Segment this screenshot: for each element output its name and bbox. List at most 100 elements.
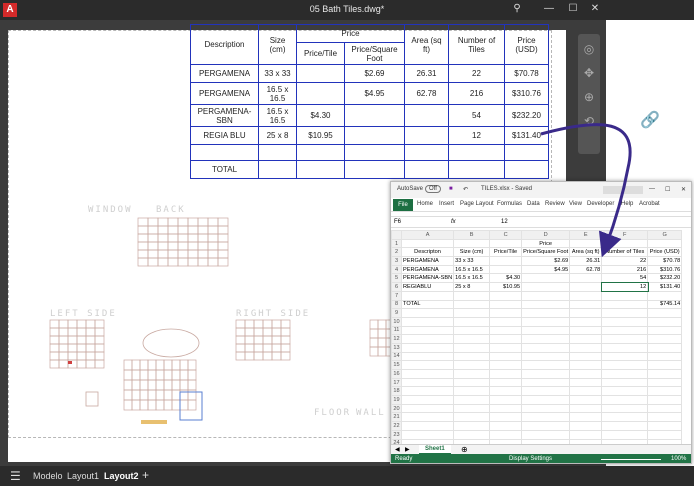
sheet-cell[interactable]: $2.69	[521, 256, 571, 266]
sheet-cell[interactable]: $4.30	[489, 273, 523, 284]
tab-layout1[interactable]: Layout1	[67, 471, 99, 481]
sheet-cell[interactable]	[489, 360, 523, 370]
sheet-cell[interactable]	[453, 290, 491, 301]
sheet-cell[interactable]	[400, 290, 455, 301]
row-header[interactable]: 15	[391, 360, 402, 370]
sheet-cell[interactable]	[521, 395, 571, 405]
sheet-cell[interactable]	[569, 273, 603, 284]
formula-input[interactable]: 12	[501, 219, 508, 225]
sheet-cell[interactable]	[489, 386, 523, 397]
sheet-cell[interactable]	[601, 429, 649, 440]
tab-view[interactable]: View	[569, 201, 582, 207]
tab-developer[interactable]: Developer	[587, 201, 614, 207]
column-header[interactable]: G	[647, 230, 683, 240]
sheet-cell[interactable]: PERGAMENA	[400, 264, 455, 275]
sheet-cell[interactable]	[453, 403, 491, 414]
tab-help[interactable]: Help	[621, 201, 633, 207]
sheet-cell[interactable]	[400, 238, 455, 249]
minimize-icon[interactable]: —	[542, 3, 556, 14]
sheet-cell[interactable]	[521, 403, 571, 414]
sheet-cell[interactable]	[569, 403, 603, 414]
sheet-cell[interactable]	[489, 334, 523, 344]
sheet-cell[interactable]: 62.78	[569, 264, 603, 275]
sheet-cell[interactable]	[489, 351, 523, 362]
sheet-cell[interactable]: PERGAMENA	[400, 256, 455, 266]
row-header[interactable]: 16	[391, 369, 402, 379]
sheet-cell[interactable]	[400, 316, 455, 327]
sheet-cell[interactable]	[569, 377, 603, 388]
sheet-cell[interactable]	[569, 238, 603, 249]
sheet-cell[interactable]	[569, 342, 603, 353]
sheet-cell[interactable]	[521, 325, 571, 336]
row-header[interactable]: 3	[391, 256, 402, 266]
sheet-cell[interactable]: REGIABLU	[400, 282, 455, 292]
sheet-cell[interactable]	[601, 316, 649, 327]
sheet-cell[interactable]	[400, 403, 455, 414]
tab-acrobat[interactable]: Acrobat	[639, 201, 660, 207]
sheet-cell[interactable]	[400, 386, 455, 397]
sheet-cell[interactable]	[601, 395, 649, 405]
sheet-cell[interactable]	[601, 325, 649, 336]
sheet-cell[interactable]	[521, 282, 571, 292]
sheet-cell[interactable]	[601, 360, 649, 370]
excel-minimize-icon[interactable]: —	[649, 186, 655, 192]
sheet-cell[interactable]	[521, 412, 571, 423]
sheet-cell[interactable]	[453, 299, 491, 310]
sheet-cell[interactable]	[521, 334, 571, 344]
sheet-cell[interactable]	[521, 386, 571, 397]
sheet-cell[interactable]	[453, 412, 491, 423]
sheet-cell[interactable]	[569, 412, 603, 423]
sheet-cell[interactable]	[601, 238, 649, 249]
sheet-cell[interactable]	[601, 342, 649, 353]
sheet-cell[interactable]	[647, 290, 683, 301]
close-icon[interactable]: ✕	[588, 3, 602, 14]
sheet-cell[interactable]	[453, 316, 491, 327]
sheet-cell[interactable]: $310.76	[647, 264, 683, 275]
sheet-cell[interactable]: Size (cm)	[453, 247, 491, 258]
row-header[interactable]: 8	[391, 299, 402, 310]
search-box[interactable]	[603, 186, 643, 194]
column-header[interactable]: B	[453, 230, 491, 240]
sheet-cell[interactable]: PERGAMENA-SBN	[400, 273, 455, 284]
sheet-cell[interactable]	[489, 395, 523, 405]
sheet-cell[interactable]	[569, 299, 603, 310]
sheet-cell[interactable]	[601, 290, 649, 301]
sheet-cell[interactable]	[521, 308, 571, 318]
tab-file[interactable]: File	[393, 199, 413, 211]
sheet-cell[interactable]: 26.31	[569, 256, 603, 266]
sheet-cell[interactable]	[400, 334, 455, 344]
tab-formulas[interactable]: Formulas	[497, 201, 522, 207]
sheet-cell[interactable]	[521, 377, 571, 388]
sheet-cell[interactable]	[453, 360, 491, 370]
sheet-cell[interactable]	[601, 334, 649, 344]
sheet-cell[interactable]	[569, 395, 603, 405]
add-sheet-icon[interactable]: ⊕	[461, 445, 468, 454]
sheet-cell[interactable]	[569, 351, 603, 362]
fx-icon[interactable]: fx	[451, 219, 456, 225]
sheet-cell[interactable]	[489, 325, 523, 336]
sheet-cell[interactable]	[489, 316, 523, 327]
sheet-cell[interactable]: Number of Tiles	[601, 247, 649, 258]
pin-icon[interactable]: ⚲	[510, 3, 524, 14]
row-header[interactable]: 5	[391, 273, 402, 284]
sheet-cell[interactable]: 33 x 33	[453, 256, 491, 266]
column-header[interactable]: E	[569, 230, 603, 240]
sheet-cell[interactable]: $745.14	[647, 299, 683, 310]
sheet-cell[interactable]	[453, 325, 491, 336]
sheet-cell[interactable]	[647, 342, 683, 353]
sheet-cell[interactable]	[400, 369, 455, 379]
sheet-cell[interactable]	[453, 308, 491, 318]
sheet-cell[interactable]	[453, 238, 491, 249]
sheet-cell[interactable]	[400, 429, 455, 440]
sheet-cell[interactable]	[647, 421, 683, 431]
sheet-cell[interactable]	[647, 308, 683, 318]
sheet-cell[interactable]	[569, 386, 603, 397]
sheet-cell[interactable]	[569, 308, 603, 318]
row-header[interactable]: 1	[391, 238, 402, 249]
add-layout-icon[interactable]: +	[142, 468, 149, 482]
excel-close-icon[interactable]: ✕	[681, 186, 686, 193]
sheet-cell[interactable]	[647, 334, 683, 344]
autosave-toggle[interactable]: Off	[425, 185, 441, 193]
row-header[interactable]: 18	[391, 386, 402, 397]
row-header[interactable]: 17	[391, 377, 402, 388]
